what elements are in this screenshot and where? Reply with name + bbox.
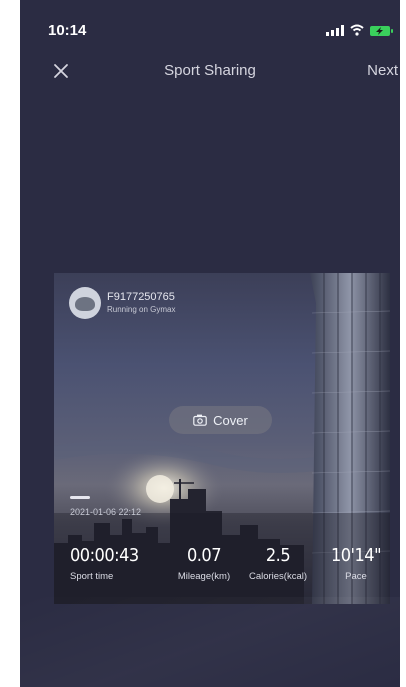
- stat-sport-time: 00:00:43 Sport time: [70, 545, 139, 582]
- stat-value: 10'14": [330, 545, 382, 566]
- user-name: F9177250765: [107, 291, 175, 303]
- nav-bar: Sport Sharing Next: [20, 58, 400, 88]
- stat-label: Mileage(km): [177, 571, 231, 582]
- stat-value: 00:00:43: [70, 545, 139, 566]
- stat-value: 0.07: [186, 545, 222, 566]
- phone-screen: 10:14 Sport Sharing Next F9177250765 Run…: [20, 0, 400, 687]
- next-button[interactable]: Next: [367, 62, 398, 79]
- stat-mileage: 0.07 Mileage(km): [164, 545, 244, 582]
- sport-date: 2021-01-06 22:12: [70, 507, 142, 517]
- status-icons: [326, 24, 393, 36]
- stat-value: 2.5: [265, 545, 291, 566]
- stat-pace: 10'14" Pace: [328, 545, 384, 582]
- camera-icon: [193, 414, 207, 426]
- stat-label: Sport time: [70, 571, 114, 582]
- user-subtitle: Running on Gymax: [107, 305, 176, 314]
- battery-charging-icon: [370, 26, 393, 36]
- status-time: 10:14: [48, 22, 87, 39]
- wifi-icon: [350, 24, 364, 36]
- stat-label: Pace: [345, 571, 367, 582]
- signal-icon: [326, 25, 344, 36]
- stat-calories: 2.5 Calories(kcal): [238, 545, 318, 582]
- cover-button[interactable]: Cover: [169, 406, 272, 434]
- avatar: [69, 287, 101, 319]
- stat-label: Calories(kcal): [248, 571, 308, 582]
- user-info: F9177250765 Running on Gymax: [69, 287, 175, 319]
- sport-stats: 00:00:43 Sport time 0.07 Mileage(km) 2.5…: [54, 545, 390, 595]
- cover-label: Cover: [213, 412, 248, 428]
- divider-dash: [70, 496, 90, 499]
- status-bar: 10:14: [20, 0, 400, 39]
- share-card: F9177250765 Running on Gymax Cover 2021-…: [54, 273, 390, 604]
- page-title: Sport Sharing: [164, 62, 256, 79]
